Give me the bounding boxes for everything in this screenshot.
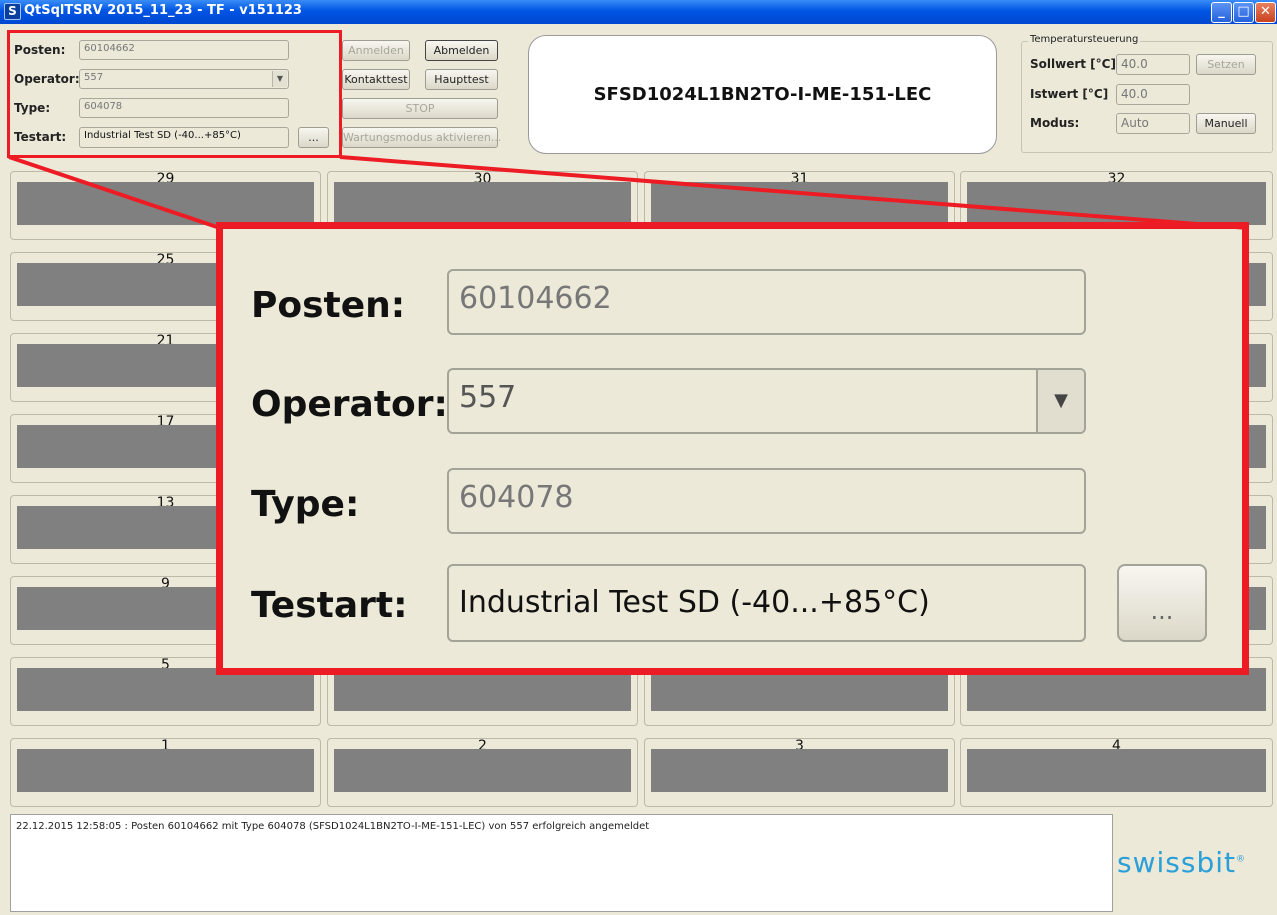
log-area[interactable]: 22.12.2015 12:58:05 : Posten 60104662 mi…: [10, 814, 1113, 912]
log-entry: 22.12.2015 12:58:05 : Posten 60104662 mi…: [16, 821, 650, 832]
swissbit-logo: swissbit®: [1117, 846, 1246, 879]
callout-connector-lines: [8, 155, 1249, 230]
callout-line-right: [339, 155, 1249, 230]
logo-trademark: ®: [1235, 854, 1246, 865]
logo-text: swissbit: [1117, 846, 1236, 879]
callout-line-left: [8, 155, 221, 230]
